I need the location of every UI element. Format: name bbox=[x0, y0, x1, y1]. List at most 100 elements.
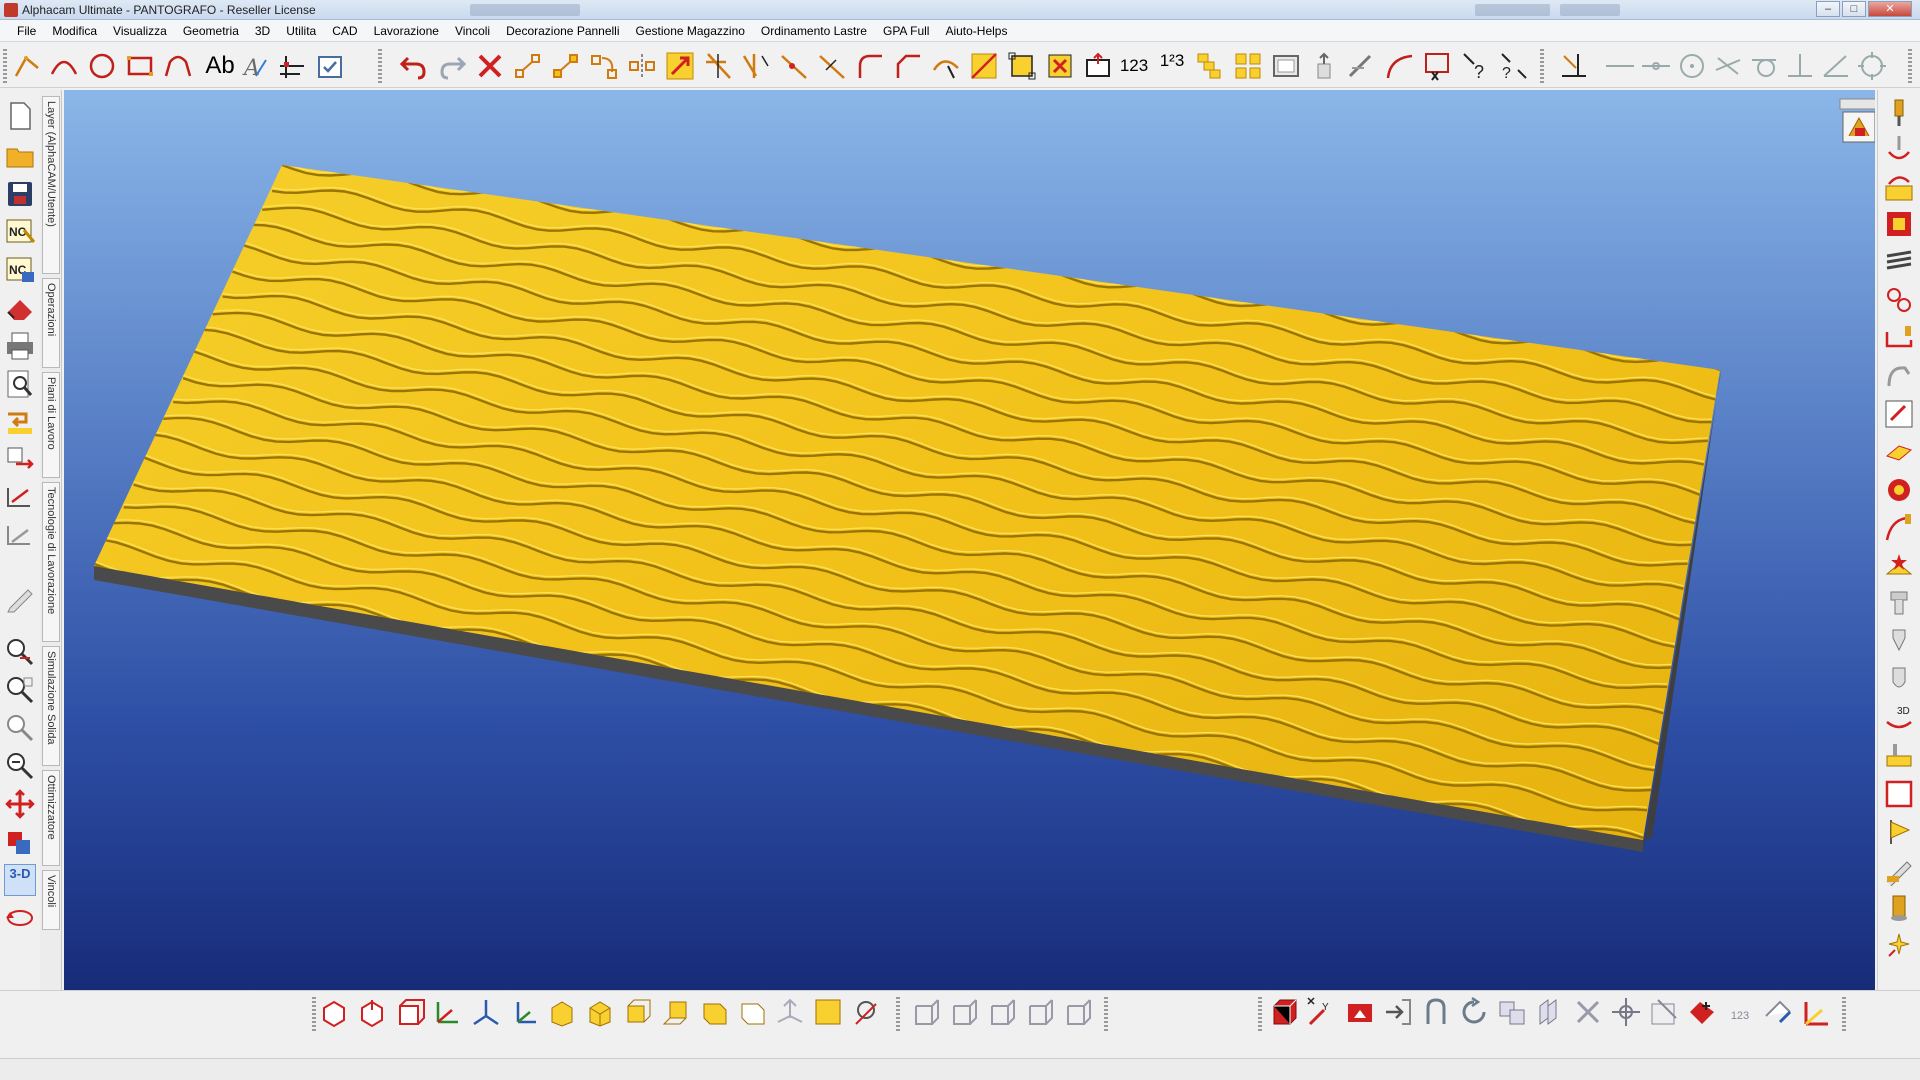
zoom-extents-icon[interactable] bbox=[4, 674, 36, 706]
new-file-icon[interactable] bbox=[4, 100, 36, 132]
pen-xy-icon[interactable]: Y bbox=[1306, 996, 1338, 1028]
offset-arc-icon[interactable] bbox=[930, 50, 962, 82]
cube-back-icon[interactable] bbox=[660, 996, 692, 1028]
wire-cube-1-icon[interactable] bbox=[910, 996, 942, 1028]
wire-cube-3-icon[interactable] bbox=[986, 996, 1018, 1028]
toolbar-grip[interactable] bbox=[1540, 49, 1544, 83]
plane-number-button[interactable]: 123 bbox=[1724, 996, 1756, 1028]
menu-modifica[interactable]: Modifica bbox=[44, 22, 105, 40]
scale-icon[interactable] bbox=[664, 50, 696, 82]
fillet-icon[interactable] bbox=[854, 50, 886, 82]
plane-axis-icon[interactable] bbox=[1800, 996, 1832, 1028]
engrave-icon[interactable] bbox=[1883, 398, 1915, 430]
snap-perpendicular-icon[interactable] bbox=[1784, 50, 1816, 82]
renumber-tool-button[interactable]: 1²3 bbox=[1156, 50, 1188, 82]
toolbar-grip[interactable] bbox=[1908, 49, 1912, 83]
delete-box-icon[interactable] bbox=[1044, 50, 1076, 82]
layer-stack-icon[interactable] bbox=[1194, 50, 1226, 82]
tool-path-icon[interactable] bbox=[1883, 134, 1915, 166]
extend-icon[interactable] bbox=[740, 50, 772, 82]
tab-piani-di-lavoro[interactable]: Piani di Lavoro bbox=[42, 372, 60, 478]
toolbar-grip[interactable] bbox=[312, 997, 316, 1031]
raise-icon[interactable] bbox=[1344, 996, 1376, 1028]
minimize-button[interactable]: – bbox=[1816, 1, 1840, 17]
tab-operazioni[interactable]: Operazioni bbox=[42, 278, 60, 368]
pocket-icon[interactable] bbox=[1883, 208, 1915, 240]
roughing-icon[interactable] bbox=[1883, 172, 1915, 204]
flag-icon[interactable] bbox=[1883, 816, 1915, 848]
zoom-previous-icon[interactable] bbox=[4, 712, 36, 744]
rectangle-path-icon[interactable] bbox=[1883, 778, 1915, 810]
3d-viewport[interactable] bbox=[64, 90, 1875, 990]
cube-wire-icon[interactable] bbox=[736, 996, 768, 1028]
insert-icon[interactable] bbox=[4, 406, 36, 438]
query-icon[interactable]: ? bbox=[1460, 50, 1492, 82]
front-iso-icon[interactable] bbox=[356, 996, 388, 1028]
copy-plane-icon[interactable] bbox=[1496, 996, 1528, 1028]
number-tool-button[interactable]: 123 bbox=[1118, 50, 1150, 82]
print-preview-icon[interactable] bbox=[4, 368, 36, 400]
toolbar-grip[interactable] bbox=[3, 49, 7, 83]
copy-move-icon[interactable] bbox=[550, 50, 582, 82]
cube-shaded-icon[interactable] bbox=[584, 996, 616, 1028]
snap-tangent-icon[interactable] bbox=[1748, 50, 1780, 82]
break-icon[interactable] bbox=[778, 50, 810, 82]
tab-layer[interactable]: Layer (AlphaCAM/Utente) bbox=[42, 96, 60, 274]
plane-add-icon[interactable] bbox=[1686, 996, 1718, 1028]
tab-ottimizzatore[interactable]: Ottimizzatore bbox=[42, 770, 60, 866]
plane-icon[interactable] bbox=[812, 996, 844, 1028]
edit-path-icon[interactable] bbox=[1346, 50, 1378, 82]
cutter-ball-icon[interactable] bbox=[1883, 664, 1915, 696]
surface-icon[interactable] bbox=[1883, 436, 1915, 468]
open-folder-icon[interactable] bbox=[4, 140, 36, 172]
toolbar-grip[interactable] bbox=[1842, 997, 1846, 1031]
line-icon[interactable] bbox=[12, 50, 44, 82]
menu-vincoli[interactable]: Vincoli bbox=[447, 22, 498, 40]
pencil-icon[interactable] bbox=[4, 582, 36, 614]
toolbar-grip[interactable] bbox=[896, 997, 900, 1031]
trim-icon[interactable] bbox=[702, 50, 734, 82]
holes-icon[interactable] bbox=[1883, 284, 1915, 316]
axis-xyz-icon[interactable] bbox=[470, 996, 502, 1028]
snap-angle-icon[interactable] bbox=[1820, 50, 1852, 82]
nc-program-icon[interactable]: NC bbox=[4, 216, 36, 248]
saw-icon[interactable] bbox=[1883, 740, 1915, 772]
array-icon[interactable] bbox=[1232, 50, 1264, 82]
arc-icon[interactable] bbox=[48, 50, 80, 82]
text-style-icon[interactable]: A bbox=[238, 50, 270, 82]
cutter-icon[interactable] bbox=[1883, 588, 1915, 620]
rotate-copy-icon[interactable] bbox=[588, 50, 620, 82]
drill-stack-icon[interactable] bbox=[1883, 246, 1915, 278]
menu-gestione-magazzino[interactable]: Gestione Magazzino bbox=[628, 22, 753, 40]
move-icon[interactable] bbox=[512, 50, 544, 82]
menu-geometria[interactable]: Geometria bbox=[175, 22, 247, 40]
sparkle-tool-icon[interactable] bbox=[1883, 930, 1915, 962]
wire-cube-2-icon[interactable] bbox=[948, 996, 980, 1028]
star-surface-icon[interactable] bbox=[1883, 550, 1915, 582]
menu-ordinamento-lastre[interactable]: Ordinamento Lastre bbox=[753, 22, 875, 40]
tab-tecnologie-di-lavorazione[interactable]: Tecnologie di Lavorazione bbox=[42, 482, 60, 642]
view-3d-toggle[interactable]: 3-D bbox=[4, 864, 36, 896]
cube-solid-icon[interactable] bbox=[546, 996, 578, 1028]
delete-icon[interactable] bbox=[474, 50, 506, 82]
eraser-icon[interactable] bbox=[4, 292, 36, 324]
hatch-icon[interactable] bbox=[968, 50, 1000, 82]
menu-lavorazione[interactable]: Lavorazione bbox=[366, 22, 447, 40]
menu-decorazione-pannelli[interactable]: Decorazione Pannelli bbox=[498, 22, 627, 40]
profile-icon[interactable] bbox=[1883, 322, 1915, 354]
spiral-icon[interactable] bbox=[1883, 474, 1915, 506]
cube-front-icon[interactable] bbox=[622, 996, 654, 1028]
pen-tool-icon[interactable] bbox=[1883, 854, 1915, 886]
toolbar-grip[interactable] bbox=[378, 49, 382, 83]
axis-up-icon[interactable] bbox=[774, 996, 806, 1028]
delete-plane-icon[interactable] bbox=[1572, 996, 1604, 1028]
axis-xy-icon[interactable] bbox=[432, 996, 464, 1028]
rotate-view-icon[interactable] bbox=[4, 902, 36, 934]
tool-select-icon[interactable] bbox=[1883, 98, 1915, 130]
mirror-icon[interactable] bbox=[626, 50, 658, 82]
nc-output-icon[interactable]: NC bbox=[4, 254, 36, 286]
arrow-edit-icon[interactable] bbox=[4, 520, 36, 552]
frame-icon[interactable] bbox=[1270, 50, 1302, 82]
cube-side-icon[interactable] bbox=[698, 996, 730, 1028]
transfer-icon[interactable] bbox=[4, 444, 36, 476]
